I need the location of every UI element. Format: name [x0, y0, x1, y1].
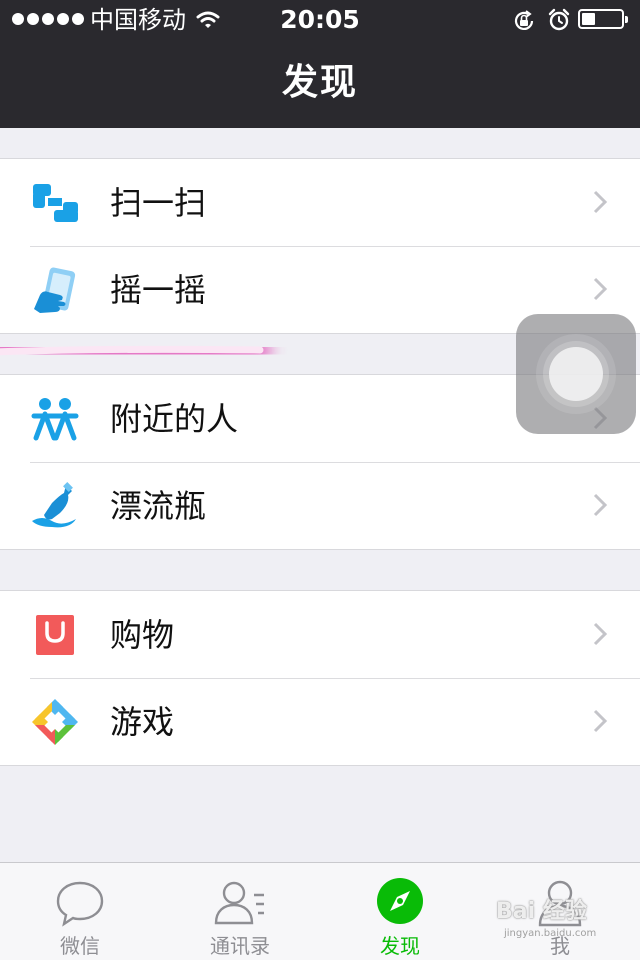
- menu-item-label: 摇一摇: [110, 271, 207, 309]
- rotation-lock-icon: [514, 10, 534, 30]
- menu-item-label: 游戏: [110, 703, 175, 741]
- drift-bottle-icon: [32, 482, 76, 528]
- contacts-icon: [214, 881, 264, 925]
- tab-label: 通讯录: [210, 934, 270, 958]
- menu-group-3: 购物 游戏: [0, 590, 640, 766]
- menu-item-shopping[interactable]: 购物: [0, 591, 640, 678]
- chevron-right-icon: [593, 190, 608, 214]
- top-bar: 中国移动 20:05 发现: [0, 0, 640, 128]
- tab-label: 发现: [380, 934, 420, 958]
- page-title: 发现: [281, 62, 358, 103]
- wechat-discover-screen: 中国移动 20:05 发现 扫一扫 摇一摇 附近的人 漂流瓶 购物 游戏 微信 …: [0, 0, 640, 960]
- watermark-main: Bai 经验: [496, 899, 587, 924]
- assistive-touch-button[interactable]: [516, 314, 636, 434]
- menu-item-label: 扫一扫: [110, 184, 207, 222]
- tab-chats[interactable]: 微信: [0, 863, 160, 960]
- tab-discover[interactable]: 发现: [320, 863, 480, 960]
- chevron-right-icon: [593, 622, 608, 646]
- tab-label: 微信: [60, 934, 100, 958]
- menu-group-1: 扫一扫 摇一摇: [0, 158, 640, 334]
- people-nearby-icon: [31, 398, 79, 441]
- shopping-bag-icon: [36, 615, 74, 655]
- tab-contacts[interactable]: 通讯录: [160, 863, 320, 960]
- scan-icon: [33, 184, 78, 222]
- chat-bubble-icon: [56, 881, 104, 927]
- chevron-right-icon: [593, 277, 608, 301]
- menu-item-games[interactable]: 游戏: [0, 678, 640, 765]
- status-bar: 中国移动 20:05: [0, 0, 640, 40]
- battery-icon: [578, 9, 628, 29]
- baidu-watermark: Bai 经验 jingyan.baidu.com: [496, 898, 628, 946]
- shake-phone-icon: [34, 267, 76, 313]
- watermark-url: jingyan.baidu.com: [504, 928, 597, 939]
- menu-item-drift-bottle[interactable]: 漂流瓶: [0, 462, 640, 549]
- games-icon: [32, 699, 78, 745]
- alarm-icon: [548, 8, 570, 31]
- status-time: 20:05: [280, 5, 360, 34]
- chevron-right-icon: [593, 493, 608, 517]
- menu-item-scan[interactable]: 扫一扫: [0, 159, 640, 246]
- compass-icon: [377, 878, 423, 924]
- menu-item-label: 漂流瓶: [110, 487, 207, 525]
- menu-item-label: 附近的人: [110, 400, 239, 438]
- menu-item-label: 购物: [110, 616, 175, 654]
- chevron-right-icon: [593, 709, 608, 733]
